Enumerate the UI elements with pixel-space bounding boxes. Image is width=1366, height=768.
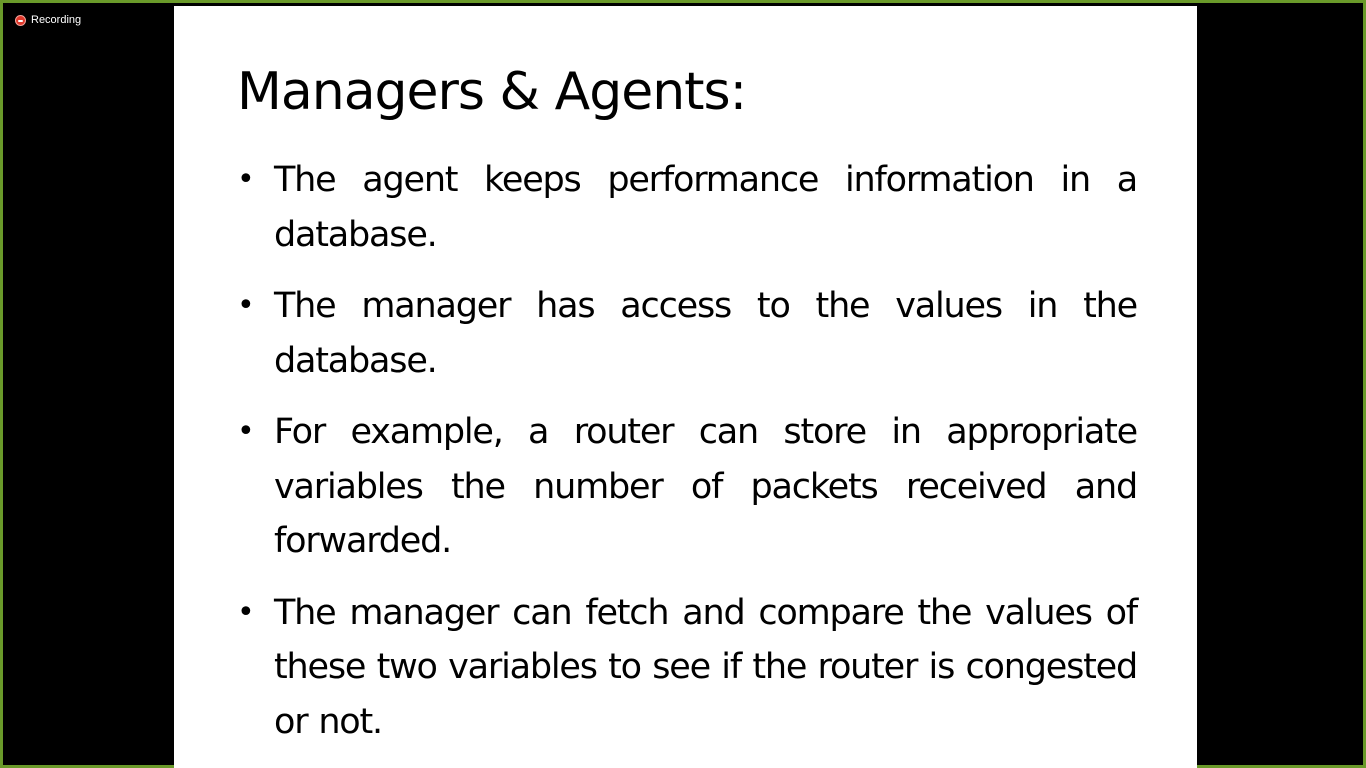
bullet-item: • The agent keeps performance informatio… [237,153,1138,262]
recording-label: Recording [31,14,82,26]
bullet-item: • The manager has access to the values i… [237,279,1138,388]
bullet-item: • For example, a router can store in app… [237,405,1138,569]
bullet-text: For example, a router can store in appro… [274,412,1138,561]
presentation-slide: Managers & Agents: • The agent keeps per… [174,6,1197,768]
bullet-dot-icon: • [237,288,255,323]
bullet-item: • The manager can fetch and compare the … [237,586,1138,750]
bullet-dot-icon: • [237,162,255,197]
bullet-text: The manager can fetch and compare the va… [274,592,1138,742]
bullet-list: • The agent keeps performance informatio… [237,153,1138,766]
bullet-text: The manager has access to the values in … [274,286,1138,381]
recording-icon [15,14,26,26]
bullet-text: The agent keeps performance information … [274,160,1138,255]
bullet-dot-icon: • [237,594,255,630]
recording-indicator[interactable]: Recording [15,14,81,26]
bullet-dot-icon: • [237,414,255,449]
slide-title: Managers & Agents: [237,62,747,122]
screen-share-window: Recording Managers & Agents: • The agent… [0,0,1366,768]
